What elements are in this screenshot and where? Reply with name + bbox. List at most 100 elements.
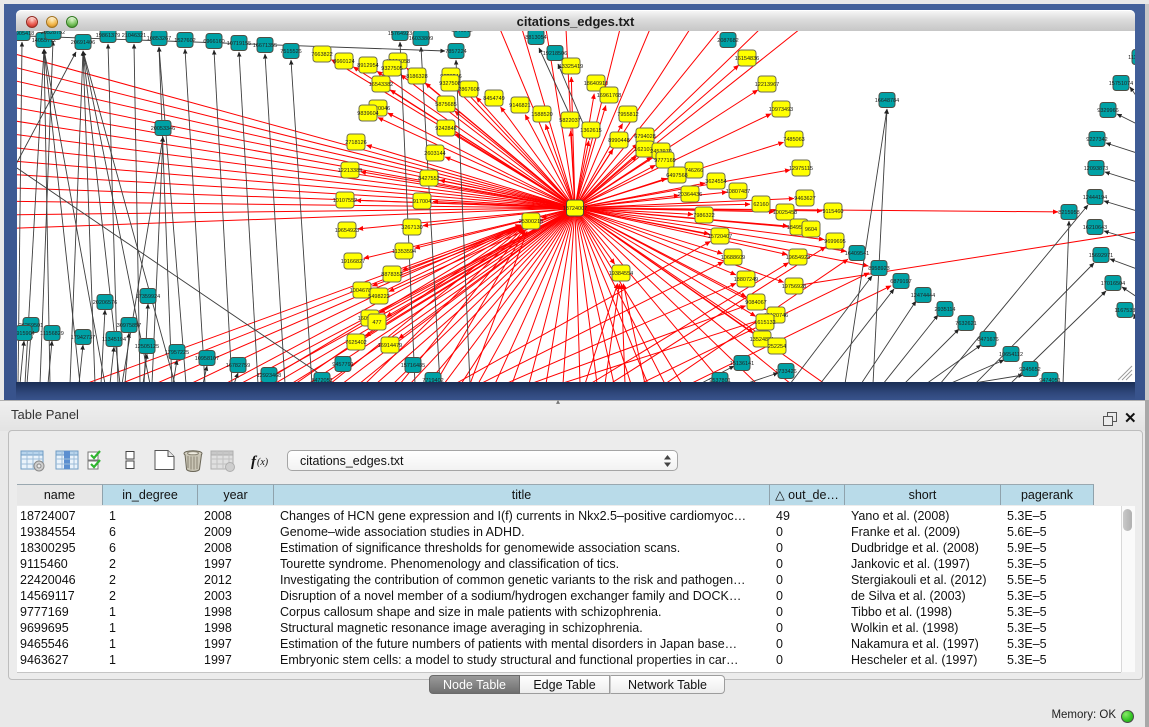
svg-text:20206576: 20206576 xyxy=(93,300,117,306)
svg-text:5498222: 5498222 xyxy=(368,294,389,300)
svg-text:2867608: 2867608 xyxy=(458,87,479,93)
svg-text:8471676: 8471676 xyxy=(977,337,998,343)
svg-text:1588520: 1588520 xyxy=(531,112,552,118)
svg-text:30975857: 30975857 xyxy=(117,323,141,329)
svg-text:12505125: 12505125 xyxy=(135,344,159,350)
svg-text:20691406: 20691406 xyxy=(71,40,95,46)
svg-text:21046321: 21046321 xyxy=(122,33,146,39)
svg-text:6497568: 6497568 xyxy=(666,173,687,179)
svg-text:2718126: 2718126 xyxy=(345,140,366,146)
svg-text:15692971: 15692971 xyxy=(1089,253,1113,259)
svg-text:16914479: 16914479 xyxy=(378,343,402,349)
svg-text:11156829: 11156829 xyxy=(40,331,64,337)
svg-text:7515526: 7515526 xyxy=(280,49,301,55)
svg-text:7719402: 7719402 xyxy=(422,378,443,382)
svg-text:(x): (x) xyxy=(257,457,269,468)
svg-text:9604: 9604 xyxy=(805,227,817,233)
svg-text:9329966: 9329966 xyxy=(1097,108,1118,114)
svg-text:9463627: 9463627 xyxy=(794,196,815,202)
svg-text:12213967: 12213967 xyxy=(755,82,779,88)
svg-text:8454749: 8454749 xyxy=(483,96,504,102)
svg-text:1167533: 1167533 xyxy=(1114,308,1135,314)
svg-text:2087682: 2087682 xyxy=(717,38,738,44)
svg-text:15720407: 15720407 xyxy=(708,234,732,240)
svg-text:9245652: 9245652 xyxy=(1019,367,1040,373)
svg-text:2603144: 2603144 xyxy=(424,151,445,157)
svg-text:9537801: 9537801 xyxy=(709,378,730,382)
svg-text:9699695: 9699695 xyxy=(824,239,845,245)
svg-text:1615132: 1615132 xyxy=(754,320,775,326)
svg-text:12923468: 12923468 xyxy=(257,373,281,379)
svg-text:17942737: 17942737 xyxy=(71,335,95,341)
svg-text:20528752: 20528752 xyxy=(41,31,65,36)
svg-text:8878352: 8878352 xyxy=(381,272,402,278)
svg-text:19166827: 19166827 xyxy=(341,259,365,265)
svg-text:8660124: 8660124 xyxy=(333,59,354,65)
svg-text:12474444: 12474444 xyxy=(911,293,935,299)
svg-text:9457791: 9457791 xyxy=(332,362,353,368)
svg-text:16210643: 16210643 xyxy=(1083,225,1107,231)
svg-text:7485063: 7485063 xyxy=(783,137,804,143)
svg-text:9146821: 9146821 xyxy=(509,103,530,109)
svg-text:8813054: 8813054 xyxy=(525,35,546,41)
svg-text:9777169: 9777169 xyxy=(654,158,675,164)
svg-text:6966160: 6966160 xyxy=(203,39,224,45)
svg-text:11353594: 11353594 xyxy=(392,249,416,255)
svg-text:11124750: 11124750 xyxy=(1128,55,1135,61)
svg-text:2935114: 2935114 xyxy=(934,307,955,313)
svg-text:9115460: 9115460 xyxy=(822,209,843,215)
svg-text:12444194: 12444194 xyxy=(1083,195,1107,201)
svg-text:1733426: 1733426 xyxy=(775,369,796,375)
svg-text:20053346: 20053346 xyxy=(151,126,175,132)
svg-text:18640910: 18640910 xyxy=(584,81,608,87)
svg-text:7625402: 7625402 xyxy=(345,340,366,346)
svg-text:9084067: 9084067 xyxy=(745,300,766,306)
svg-text:17016504: 17016504 xyxy=(1101,281,1125,287)
svg-text:15136141: 15136141 xyxy=(730,361,754,367)
svg-text:477: 477 xyxy=(372,320,381,326)
svg-text:10853267: 10853267 xyxy=(147,36,171,42)
svg-text:16409541: 16409541 xyxy=(845,251,869,257)
svg-text:3624554: 3624554 xyxy=(705,179,726,185)
svg-text:25300215: 25300215 xyxy=(519,219,543,225)
svg-text:19654923: 19654923 xyxy=(786,255,810,261)
svg-text:9839604: 9839604 xyxy=(357,111,378,117)
svg-text:8472051: 8472051 xyxy=(311,378,332,382)
svg-text:12975115: 12975115 xyxy=(789,166,813,172)
svg-text:16648784: 16648784 xyxy=(875,98,899,104)
svg-text:1527602: 1527602 xyxy=(174,38,195,44)
svg-text:12213389: 12213389 xyxy=(338,168,362,174)
svg-text:20364436: 20364436 xyxy=(678,192,702,198)
svg-text:18724007: 18724007 xyxy=(563,206,587,212)
svg-text:9242848: 9242848 xyxy=(435,126,456,132)
svg-text:19861379: 19861379 xyxy=(96,33,120,39)
svg-text:19218506: 19218506 xyxy=(543,51,567,57)
svg-text:917004: 917004 xyxy=(413,199,431,205)
svg-text:9046512: 9046512 xyxy=(451,31,472,34)
svg-text:3915904: 3915904 xyxy=(17,331,35,337)
svg-text:7663822: 7663822 xyxy=(311,52,332,58)
svg-text:17359924: 17359924 xyxy=(136,294,160,300)
svg-text:10958107: 10958107 xyxy=(195,356,219,362)
svg-text:10688609: 10688609 xyxy=(721,255,745,261)
svg-text:8427552: 8427552 xyxy=(418,176,439,182)
svg-text:12093873: 12093873 xyxy=(1084,166,1108,172)
svg-text:10654112: 10654112 xyxy=(999,352,1023,358)
svg-text:18807249: 18807249 xyxy=(734,277,758,283)
svg-text:9327505: 9327505 xyxy=(381,66,402,72)
svg-text:16782759: 16782759 xyxy=(226,363,250,369)
svg-text:10807487: 10807487 xyxy=(726,189,750,195)
svg-text:8215958: 8215958 xyxy=(1058,210,1079,216)
svg-text:16961768: 16961768 xyxy=(597,93,621,99)
svg-text:10973493: 10973493 xyxy=(769,107,793,113)
svg-text:13325419: 13325419 xyxy=(559,64,583,70)
svg-text:12905418: 12905418 xyxy=(17,31,34,37)
svg-text:16154836: 16154836 xyxy=(735,56,759,62)
svg-text:7857224: 7857224 xyxy=(445,49,466,55)
svg-text:19756928: 19756928 xyxy=(782,284,806,290)
svg-text:9474051: 9474051 xyxy=(1039,378,1060,382)
svg-text:5875685: 5875685 xyxy=(435,102,456,108)
svg-text:9227342: 9227342 xyxy=(1086,137,1107,143)
svg-text:11345194: 11345194 xyxy=(102,337,126,343)
svg-text:252254: 252254 xyxy=(768,344,786,350)
